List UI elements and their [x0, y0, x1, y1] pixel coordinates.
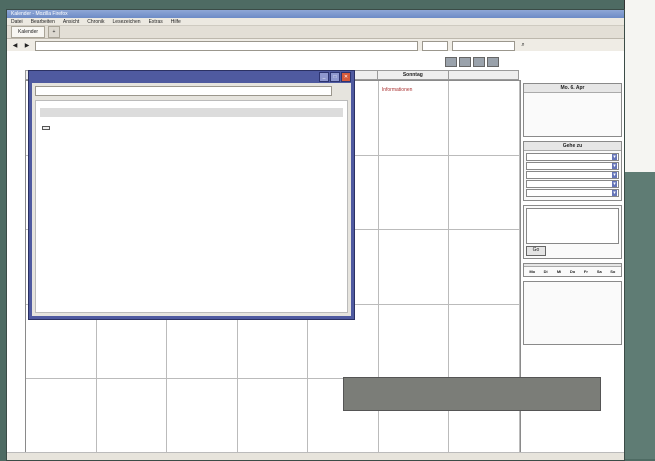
calendar-day-cell[interactable] [449, 230, 520, 305]
chevron-down-icon: ▾ [612, 172, 617, 178]
popup-titlebar: _ □ ✕ [29, 71, 354, 82]
mini-calendar: Mo Di Mi Do Fr Sa So [526, 269, 619, 274]
menu-item-ansicht[interactable]: Ansicht [63, 19, 79, 25]
mini-calendar-weekday: Fr [583, 269, 588, 274]
menu-item-lesezeichen[interactable]: Lesezeichen [113, 19, 141, 25]
search-input[interactable] [452, 40, 515, 51]
chevron-down-icon: ▾ [612, 163, 617, 169]
mini-calendar-box-2 [523, 281, 622, 345]
chevron-down-icon: ▾ [612, 190, 617, 196]
plus-icon: + [52, 29, 56, 35]
toolbar-button-1[interactable] [445, 57, 457, 67]
background-window [624, 0, 655, 172]
mini-calendar-weekday: Do [569, 269, 576, 274]
calendar-day-cell[interactable] [378, 304, 450, 380]
close-button[interactable]: ✕ [341, 71, 351, 82]
category-box: Go [523, 205, 622, 259]
mini-calendar-weekday: Sa [596, 269, 602, 274]
menu-item-hilfe[interactable]: Hilfe [171, 19, 181, 25]
toolbar-button-3[interactable] [473, 57, 485, 67]
popup-heading [40, 108, 343, 117]
popup-page [35, 100, 348, 313]
calendar-day-cell[interactable] [449, 155, 520, 231]
maximize-button[interactable]: □ [330, 71, 340, 82]
calendar-day-cell[interactable] [26, 379, 97, 454]
weekday-7 [447, 70, 519, 80]
date-info-box: Mo. 6. Apr [523, 83, 622, 137]
mini-calendar-weekday: Mi [556, 269, 562, 274]
goto-box: Gehe zu ▾ ▾ ▾ ▾ ▾ [523, 141, 622, 201]
mini-calendar-box: Mo Di Mi Do Fr Sa So [523, 263, 622, 277]
calendar-sidebar: Mo. 6. Apr Gehe zu ▾ ▾ ▾ ▾ ▾ Go Mo Di Mi… [523, 83, 622, 349]
tab-kalender[interactable]: Kalender [11, 26, 46, 38]
toolbar-button-4[interactable] [487, 57, 499, 67]
go-button[interactable]: Go [526, 246, 546, 256]
download-button[interactable] [42, 126, 50, 130]
chevron-down-icon: ▾ [612, 154, 617, 160]
window-title: Kalender - Mozilla Firefox [11, 11, 68, 17]
category-listbox[interactable] [526, 208, 619, 244]
mini-calendar-weekday: So [610, 269, 616, 274]
mini-calendar-weekday: Mo [529, 269, 536, 274]
calendar-day-cell[interactable] [449, 81, 520, 156]
desktop-background [624, 172, 655, 459]
popup-window: _ □ ✕ [28, 70, 355, 320]
toolbar-button-2[interactable] [459, 57, 471, 67]
back-arrow-icon: ◀ [12, 43, 18, 49]
calendar-day-cell[interactable] [378, 155, 450, 231]
menu-item-bearbeiten[interactable]: Bearbeiten [31, 19, 55, 25]
new-tab-button[interactable]: + [48, 26, 61, 38]
address-dropdown[interactable] [422, 40, 448, 51]
window-titlebar: Kalender - Mozilla Firefox [7, 10, 624, 18]
date-info-title: Mo. 6. Apr [524, 84, 621, 93]
weekday-6: Sonntag [377, 70, 448, 80]
address-bar[interactable] [35, 40, 418, 51]
goto-select-3[interactable]: ▾ [526, 171, 619, 179]
popup-address-bar[interactable] [35, 86, 332, 96]
forward-arrow-icon: ▶ [24, 43, 30, 49]
goto-title: Gehe zu [524, 142, 621, 151]
calendar-day-cell[interactable] [237, 379, 309, 454]
calendar-day-cell[interactable] [449, 304, 520, 380]
calendar-toolbar [445, 57, 499, 67]
calendar-day-cell[interactable]: Informationen [378, 81, 450, 156]
calendar-event[interactable]: Informationen [382, 88, 446, 93]
event-tooltip [343, 377, 601, 411]
mini-calendar-title [524, 264, 621, 267]
calendar-day-cell[interactable] [96, 379, 168, 454]
forward-button[interactable]: ▶ [23, 42, 31, 50]
menu-item-chronik[interactable]: Chronik [87, 19, 104, 25]
menu-item-datei[interactable]: Datei [11, 19, 23, 25]
popup-body [32, 83, 351, 316]
tab-label: Kalender [18, 29, 39, 35]
menu-item-extras[interactable]: Extras [149, 19, 163, 25]
chevron-down-icon: ▾ [612, 181, 617, 187]
goto-select-4[interactable]: ▾ [526, 180, 619, 188]
menu-bar: Datei Bearbeiten Ansicht Chronik Lesezei… [7, 18, 624, 26]
tab-bar: Kalender + [7, 26, 624, 39]
calendar-day-cell[interactable] [167, 379, 238, 454]
goto-select-1[interactable]: ▾ [526, 153, 619, 161]
calendar-day-cell[interactable] [378, 230, 450, 305]
search-icon[interactable]: ⌕ [519, 42, 527, 50]
goto-select-2[interactable]: ▾ [526, 162, 619, 170]
back-button[interactable]: ◀ [11, 42, 19, 50]
minimize-button[interactable]: _ [319, 71, 329, 82]
goto-select-5[interactable]: ▾ [526, 189, 619, 197]
mini-calendar-weekday: Di [543, 269, 548, 274]
popup-window-controls: _ □ ✕ [319, 71, 351, 82]
